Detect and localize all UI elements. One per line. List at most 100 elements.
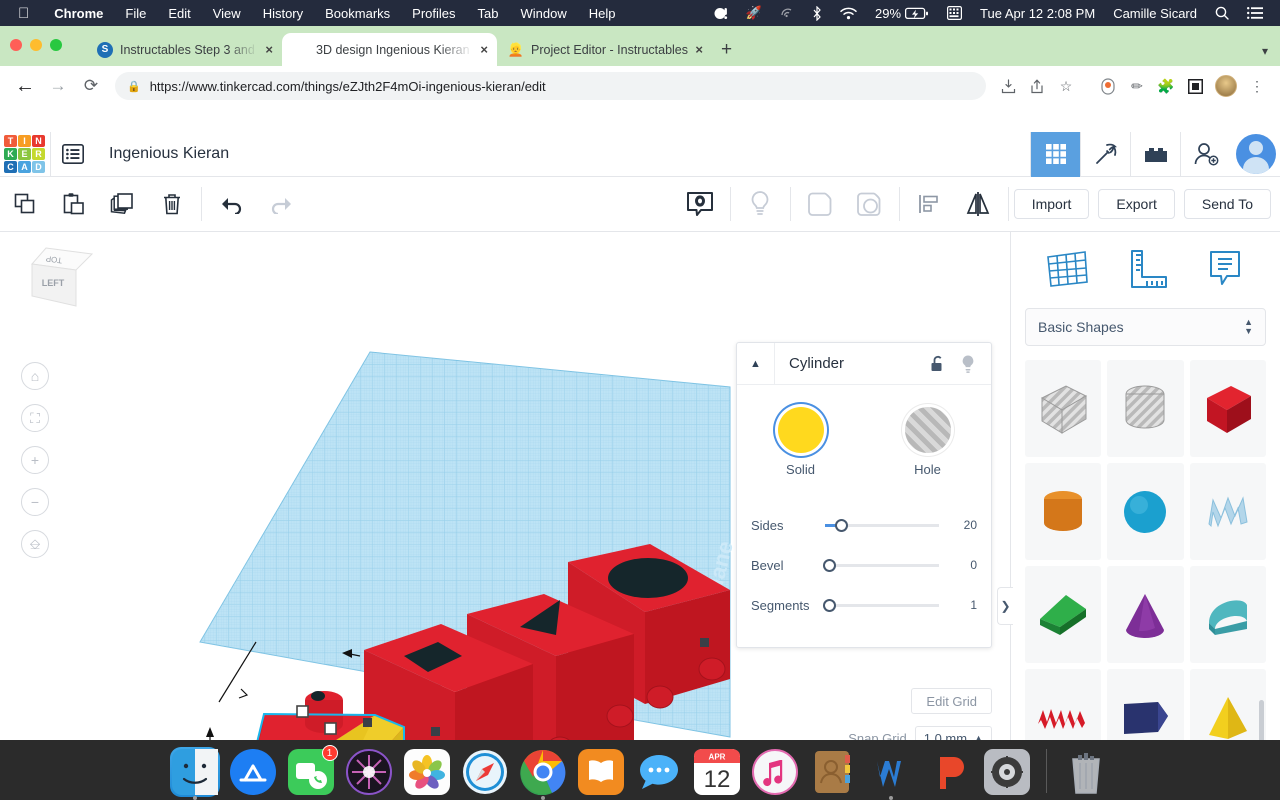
- notification-status-icon[interactable]: [705, 6, 737, 21]
- apple-icon[interactable]: : [18, 6, 29, 21]
- slider-sides[interactable]: Sides 20: [751, 505, 977, 545]
- lightbulb-icon[interactable]: [953, 354, 983, 374]
- cone-shape[interactable]: [1107, 566, 1184, 663]
- delete-icon[interactable]: [147, 177, 196, 232]
- menu-item-profiles[interactable]: Profiles: [401, 6, 466, 21]
- extensions-puzzle-icon[interactable]: 🧩: [1153, 73, 1179, 99]
- browser-tab-instructables[interactable]: S Instructables Step 3 and Step 4 ×: [86, 33, 282, 66]
- slider-value[interactable]: 20: [947, 518, 977, 532]
- pencil-extension-icon[interactable]: ✏: [1124, 73, 1150, 99]
- menu-item-file[interactable]: File: [114, 6, 157, 21]
- forward-button[interactable]: →: [43, 71, 73, 101]
- window-controls[interactable]: [10, 39, 62, 51]
- messages-icon[interactable]: [634, 747, 684, 797]
- spotlight-search-icon[interactable]: [1206, 6, 1238, 20]
- siri-icon[interactable]: [344, 747, 394, 797]
- edit-grid-button[interactable]: Edit Grid: [911, 688, 992, 714]
- collapse-caret-icon[interactable]: ▲: [737, 342, 775, 385]
- bookmark-star-icon[interactable]: ☆: [1053, 73, 1079, 99]
- export-button[interactable]: Export: [1098, 189, 1175, 219]
- send-to-button[interactable]: Send To: [1183, 189, 1271, 219]
- align-icon[interactable]: [905, 177, 954, 232]
- design-canvas[interactable]: TOP LEFT ⌂ ⛶ + − ⎒ ▲ Cylinder Solid Hole…: [0, 232, 1010, 766]
- slider-track[interactable]: [825, 518, 939, 532]
- close-tab-icon[interactable]: ×: [480, 42, 488, 57]
- facetime-icon[interactable]: 1: [286, 745, 338, 797]
- airdrop-status-icon[interactable]: [771, 6, 803, 20]
- menu-item-edit[interactable]: Edit: [157, 6, 201, 21]
- address-bar[interactable]: 🔒 https://www.tinkercad.com/things/eZJth…: [115, 72, 986, 100]
- calendar-icon[interactable]: APR 12: [692, 747, 742, 797]
- copy-icon[interactable]: [0, 177, 49, 232]
- slider-knob[interactable]: [835, 518, 849, 532]
- undo-icon[interactable]: [207, 177, 256, 232]
- chrome-menu-icon[interactable]: ⋮: [1244, 73, 1270, 99]
- square-extension-icon[interactable]: [1182, 73, 1208, 99]
- menu-item-chrome[interactable]: Chrome: [43, 6, 114, 21]
- close-tab-icon[interactable]: ×: [695, 42, 703, 57]
- finder-icon[interactable]: [169, 747, 220, 800]
- browser-tab-project-editor[interactable]: 👱 Project Editor - Instructables ×: [497, 33, 712, 66]
- solid-swatch[interactable]: [777, 407, 824, 453]
- menu-item-view[interactable]: View: [202, 6, 252, 21]
- collapse-panel-button[interactable]: ❯: [997, 587, 1013, 625]
- reload-button[interactable]: ⟳: [76, 71, 106, 101]
- books-icon[interactable]: [576, 747, 626, 797]
- duplicate-icon[interactable]: [98, 177, 147, 232]
- menu-item-history[interactable]: History: [252, 6, 314, 21]
- itunes-icon[interactable]: [750, 747, 800, 797]
- tinkercad-logo[interactable]: T I N K E R C A D: [0, 133, 45, 175]
- bluetooth-status-icon[interactable]: [803, 5, 831, 21]
- menu-item-tab[interactable]: Tab: [467, 6, 510, 21]
- app-store-icon[interactable]: [228, 747, 278, 797]
- menubar-username[interactable]: Camille Sicard: [1104, 6, 1206, 21]
- slider-value[interactable]: 0: [947, 558, 977, 572]
- menu-item-bookmarks[interactable]: Bookmarks: [314, 6, 401, 21]
- cylinder-hole-shape[interactable]: [1107, 360, 1184, 457]
- wifi-status-icon[interactable]: [831, 7, 866, 20]
- rocket-status-icon[interactable]: 🚀: [737, 5, 771, 21]
- add-person-icon[interactable]: [1180, 131, 1230, 177]
- scribble-shape[interactable]: [1189, 463, 1266, 560]
- new-tab-button[interactable]: +: [721, 40, 732, 59]
- extension-capsule-icon[interactable]: [1095, 73, 1121, 99]
- powerpoint-icon[interactable]: [924, 747, 974, 797]
- slider-segments[interactable]: Segments 1: [751, 585, 977, 625]
- hole-option[interactable]: Hole: [864, 407, 991, 477]
- avatar[interactable]: [1236, 134, 1276, 174]
- slider-track[interactable]: [822, 598, 939, 612]
- workplane-tool-icon[interactable]: [1041, 246, 1093, 292]
- close-tab-icon[interactable]: ×: [265, 42, 273, 57]
- chrome-profile-avatar[interactable]: [1215, 75, 1237, 97]
- note-tool-icon[interactable]: [1199, 246, 1251, 292]
- ruler-tool-icon[interactable]: [1120, 246, 1172, 292]
- close-window-button[interactable]: [10, 39, 22, 51]
- share-icon[interactable]: [1024, 73, 1050, 99]
- install-app-icon[interactable]: [995, 73, 1021, 99]
- slider-knob[interactable]: [822, 598, 836, 612]
- trash-icon[interactable]: [1061, 747, 1111, 797]
- roof-shape[interactable]: [1025, 566, 1102, 663]
- minimize-window-button[interactable]: [30, 39, 42, 51]
- list-menu-icon[interactable]: [51, 132, 95, 177]
- menu-item-help[interactable]: Help: [578, 6, 627, 21]
- hole-swatch[interactable]: [904, 407, 951, 453]
- mirror-icon[interactable]: [954, 177, 1003, 232]
- box-shape[interactable]: [1189, 360, 1266, 457]
- menu-item-window[interactable]: Window: [510, 6, 578, 21]
- slider-bevel[interactable]: Bevel 0: [751, 545, 977, 585]
- box-hole-shape[interactable]: [1025, 360, 1102, 457]
- pickaxe-icon[interactable]: [1080, 131, 1130, 177]
- import-button[interactable]: Import: [1013, 189, 1090, 219]
- sphere-shape[interactable]: [1107, 463, 1184, 560]
- photos-icon[interactable]: [402, 747, 452, 797]
- solid-option[interactable]: Solid: [737, 407, 864, 477]
- slider-track[interactable]: [822, 558, 939, 572]
- slider-knob[interactable]: [822, 558, 836, 572]
- system-preferences-icon[interactable]: [982, 747, 1032, 797]
- battery-status[interactable]: 29%: [866, 6, 938, 21]
- contacts-icon[interactable]: [808, 747, 858, 797]
- control-center-icon[interactable]: [938, 6, 971, 20]
- browser-tab-tinkercad[interactable]: 3D design Ingenious Kieran | Tinkercad ×: [282, 33, 497, 66]
- maximize-window-button[interactable]: [50, 39, 62, 51]
